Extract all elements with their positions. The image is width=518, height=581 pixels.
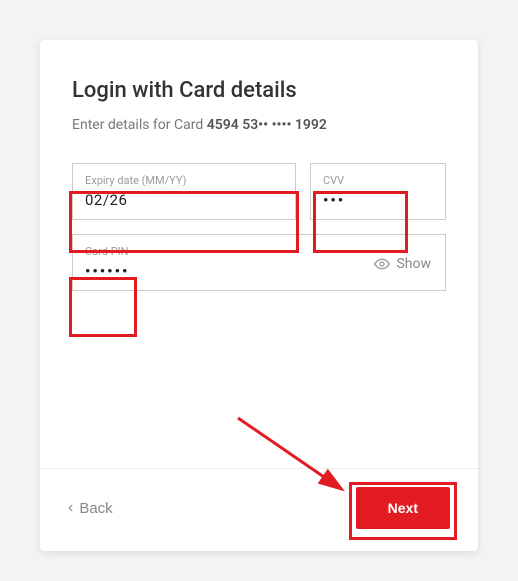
chevron-left-icon: ‹	[68, 499, 73, 517]
login-card: Login with Card details Enter details fo…	[40, 40, 478, 551]
pin-value: ••••••	[85, 262, 374, 282]
show-pin-toggle[interactable]: Show	[374, 256, 431, 272]
subtitle: Enter details for Card 4594 53•• •••• 19…	[72, 117, 446, 133]
page-title: Login with Card details	[72, 78, 446, 103]
pin-label: Card PIN	[85, 245, 374, 258]
subtitle-prefix: Enter details for Card	[72, 117, 207, 133]
expiry-value: 02/26	[85, 191, 283, 211]
expiry-label: Expiry date (MM/YY)	[85, 174, 283, 187]
back-label: Back	[79, 500, 112, 517]
fields-row-1: Expiry date (MM/YY) 02/26 CVV •••	[72, 163, 446, 220]
cvv-label: CVV	[323, 174, 433, 187]
card-footer: ‹ Back Next	[40, 468, 478, 551]
back-button[interactable]: ‹ Back	[68, 499, 113, 517]
expiry-field[interactable]: Expiry date (MM/YY) 02/26	[72, 163, 296, 220]
eye-icon	[374, 256, 390, 272]
pin-field[interactable]: Card PIN •••••• Show	[72, 234, 446, 291]
card-mask: 4594 53•• •••• 1992	[207, 117, 327, 133]
cvv-value: •••	[323, 191, 433, 211]
card-content: Login with Card details Enter details fo…	[40, 40, 478, 468]
show-label: Show	[396, 256, 431, 272]
next-button[interactable]: Next	[356, 487, 450, 529]
cvv-field[interactable]: CVV •••	[310, 163, 446, 220]
